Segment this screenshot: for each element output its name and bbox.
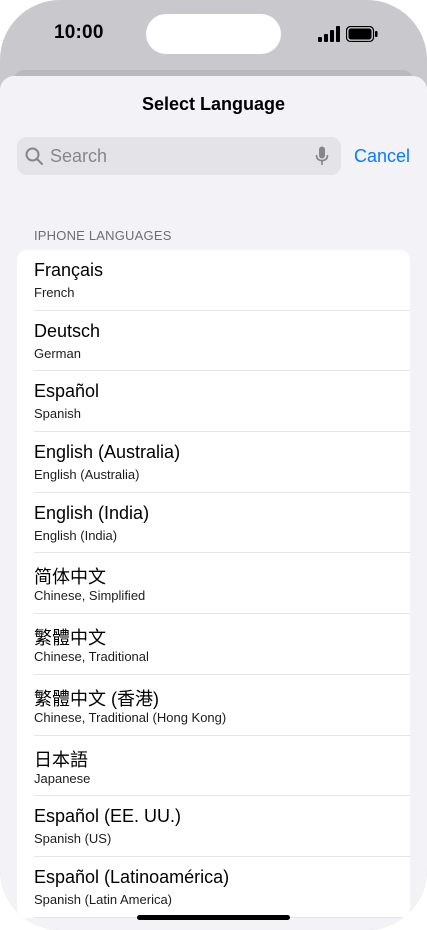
language-native-name: 日本語 [34,749,88,770]
language-list: Français French Deutsch German Español Spanis… [17,250,410,918]
status-bar: 10:00 [0,0,427,70]
language-row[interactable]: 繁體中文 Chinese, Traditional [17,614,410,675]
language-native-name: Español (Latinoamérica) [34,866,230,887]
home-indicator[interactable] [137,915,290,920]
language-row[interactable]: Français French [17,250,410,311]
microphone-icon[interactable] [315,146,329,166]
language-english-name: English (Australia) [34,467,140,483]
language-row[interactable]: English (Australia) English (Australia) [17,432,410,493]
language-native-name: English (India) [34,502,150,523]
language-english-name: French [34,285,75,300]
device-screen: 10:00 Select Language Search Cancel IPHO… [0,0,427,930]
language-sheet: Select Language Cancel IPHONE LANGUAGES … [0,76,427,930]
language-row[interactable]: Español Spanish [17,371,410,432]
language-row[interactable]: Español (EE. UU.) Spanish (US) [17,796,410,857]
cancel-button[interactable]: Cancel [354,146,410,167]
status-time: 10:00 [54,22,104,43]
phone-shell: 10:00 Select Language Search Cancel IPHO… [0,0,427,930]
language-native-name: English (Australia) [34,442,181,463]
sheet-title: Select Language [141,94,286,114]
search-icon [25,147,43,165]
language-native-name: Deutsch [34,320,101,341]
language-row[interactable]: 简体中文 Chinese, Simplified [17,553,410,614]
language-english-name: Spanish [34,406,81,422]
language-english-name: Chinese, Traditional (Hong Kong) [34,709,227,725]
language-native-name: Français [34,260,104,280]
language-native-name: 繁體中文 [34,628,106,649]
language-native-name: Español (EE. UU.) [34,806,182,827]
language-native-name: 繁體中文 (香港) [34,688,159,709]
language-row[interactable]: 繁體中文 (香港) Chinese, Traditional (Hong Kong… [17,675,410,736]
search-field[interactable] [17,137,341,175]
language-english-name: English (India) [34,527,118,543]
language-native-name: 简体中文 [34,567,106,588]
language-row[interactable]: 日本語 Japanese [17,736,410,797]
language-row[interactable]: English (India) English (India) [17,493,410,554]
language-english-name: Chinese, Simplified [34,588,146,604]
language-row[interactable]: Español (Latinoamérica) Spanish (Latin Am… [17,857,410,918]
dynamic-island [146,14,281,54]
language-english-name: German [34,345,81,361]
cellular-signal-icon [318,26,340,42]
language-english-name: Spanish (Latin America) [34,891,173,907]
language-native-name: Español [34,381,100,402]
language-english-name: Japanese [34,770,91,786]
language-english-name: Chinese, Traditional [34,649,149,665]
section-header: IPHONE LANGUAGES [34,228,172,243]
language-english-name: Spanish (US) [34,831,112,847]
search-input[interactable] [50,137,300,175]
battery-full-icon [346,26,378,42]
language-row[interactable]: Deutsch German [17,311,410,372]
